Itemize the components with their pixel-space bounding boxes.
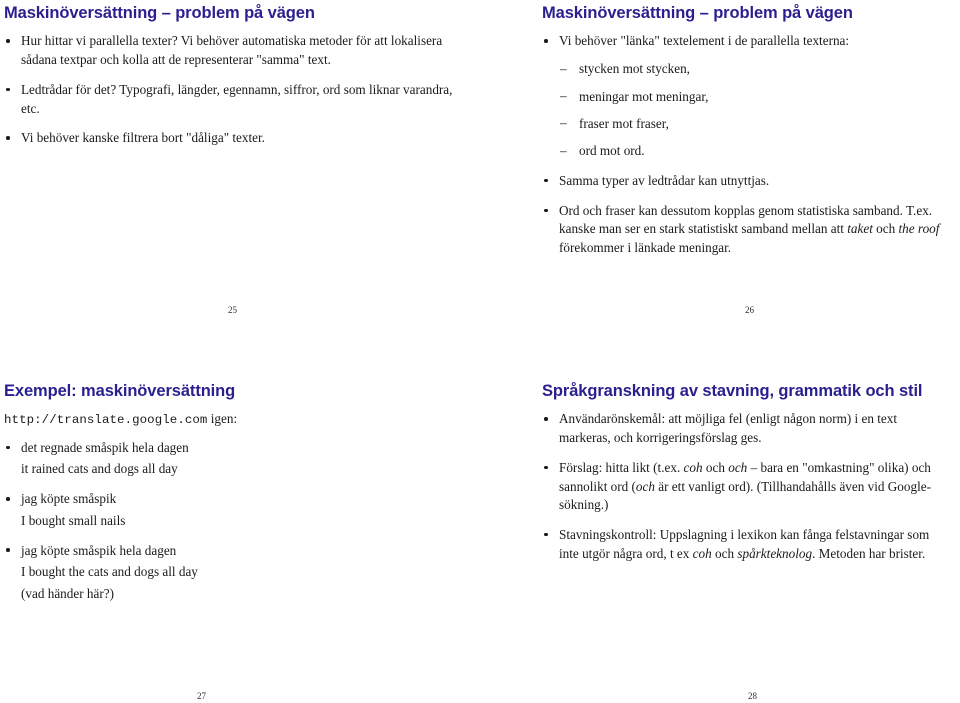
emphasis-text: taket [847, 221, 873, 237]
page-number-25: 25 [228, 305, 237, 315]
sub-bullet-item: – meningar mot meningar, [559, 88, 946, 106]
bullet-item: Ord och fraser kan dessutom kopplas geno… [542, 202, 946, 258]
dash-icon: – [560, 142, 567, 158]
page-number-27: 27 [197, 691, 206, 701]
emphasis-text: spårkteknolog [737, 545, 813, 561]
bullet-item: det regnade småspik hela dagen it rained… [4, 439, 462, 479]
dash-icon: – [560, 60, 567, 76]
emphasis-text: coh [683, 459, 703, 475]
slide-25-body: Maskinöversättning – problem på vägen Hu… [0, 0, 480, 148]
dash-icon: – [560, 88, 567, 103]
bullet-text: Samma typer av ledtrådar kan utnyttjas. [559, 172, 770, 188]
sub-bullet-text: meningar mot meningar, [579, 88, 709, 104]
bullet-text: Ledtrådar för det? Typografi, längder, e… [21, 81, 453, 116]
bullet-item: Vi behöver kanske filtrera bort "dåliga"… [4, 129, 462, 148]
sub-bullet-item: – stycken mot stycken, [559, 60, 946, 78]
slide-27: Exempel: maskinöversättning http://trans… [0, 378, 480, 703]
bullet-dot-icon [544, 178, 548, 183]
slide-28-body: Språkgranskning av stavning, grammatik o… [480, 378, 960, 563]
bullet-text-part: . Metoden har brister. [812, 545, 926, 561]
bullet-text: Vi behöver "länka" textelement i de para… [559, 33, 850, 49]
bullet-dot-icon [544, 39, 548, 43]
source-sentence: jag köpte småspik hela dagen [21, 542, 177, 558]
bullet-dot-icon [544, 417, 548, 421]
sub-bullet-list: – stycken mot stycken, – meningar mot me… [559, 60, 946, 161]
translate-url[interactable]: http://translate.google.com [4, 413, 207, 427]
sub-bullet-text: stycken mot stycken, [579, 61, 690, 77]
slide-27-body: Exempel: maskinöversättning http://trans… [0, 378, 480, 604]
emphasis-text: the roof [898, 221, 940, 237]
bullet-dot-icon [544, 532, 548, 537]
slide-26-title: Maskinöversättning – problem på vägen [542, 4, 853, 22]
bullet-item: Hur hittar vi parallella texter? Vi behö… [4, 32, 462, 69]
bullet-item: jag köpte småspik hela dagen I bought th… [4, 542, 462, 604]
bullet-text-part: och [711, 545, 738, 561]
bullet-text: Hur hittar vi parallella texter? Vi behö… [21, 33, 443, 68]
bullet-dot-icon [544, 208, 548, 213]
target-sentence: I bought small nails [21, 512, 126, 528]
sub-bullet-text: ord mot ord. [579, 143, 645, 159]
bullet-dot-icon [544, 465, 548, 470]
bullet-text-part: Förslag: hitta likt (t.ex. [559, 459, 684, 475]
bullet-text-part: förekommer i länkade meningar. [559, 240, 732, 256]
bullet-item: Ledtrådar för det? Typografi, längder, e… [4, 81, 462, 118]
emphasis-text: coh [692, 545, 712, 561]
source-sentence: jag köpte småspik [21, 491, 117, 507]
slide-25-bullet-list: Hur hittar vi parallella texter? Vi behö… [4, 32, 462, 148]
source-sentence: det regnade småspik hela dagen [21, 439, 189, 455]
emphasis-text: och [728, 459, 748, 475]
pair-note: (vad händer här?) [21, 586, 114, 602]
target-sentence: I bought the cats and dogs all day [21, 564, 198, 580]
url-suffix: igen: [207, 411, 238, 427]
bullet-text-part: och [872, 221, 899, 237]
bullet-item: Samma typer av ledtrådar kan utnyttjas. [542, 172, 946, 191]
handout-sheet: Maskinöversättning – problem på vägen Hu… [0, 0, 960, 703]
bullet-item: Förslag: hitta likt (t.ex. coh och och –… [542, 459, 946, 515]
slide-25: Maskinöversättning – problem på vägen Hu… [0, 0, 480, 340]
bullet-dot-icon [6, 39, 10, 43]
bullet-text-part: och [702, 459, 729, 475]
sub-bullet-item: – fraser mot fraser, [559, 115, 946, 133]
sub-bullet-item: – ord mot ord. [559, 142, 946, 160]
bullet-text: Användarönskemål: att möjliga fel (enlig… [559, 411, 898, 446]
slide-28: Språkgranskning av stavning, grammatik o… [480, 378, 960, 703]
bullet-dot-icon [6, 445, 10, 450]
emphasis-text: och [635, 478, 655, 494]
bullet-item: Vi behöver "länka" textelement i de para… [542, 32, 946, 161]
slide-26-body: Maskinöversättning – problem på vägen Vi… [480, 0, 960, 258]
slide-27-title: Exempel: maskinöversättning [4, 382, 236, 400]
bullet-dot-icon [6, 136, 10, 140]
bullet-item: Stavningskontroll: Uppslagning i lexikon… [542, 526, 946, 563]
bullet-dot-icon [6, 496, 10, 501]
bullet-text: Vi behöver kanske filtrera bort "dåliga"… [21, 130, 265, 146]
slide-28-title: Språkgranskning av stavning, grammatik o… [542, 382, 923, 400]
slide-26: Maskinöversättning – problem på vägen Vi… [480, 0, 960, 340]
target-sentence: it rained cats and dogs all day [21, 461, 178, 477]
slide-28-bullet-list: Användarönskemål: att möjliga fel (enlig… [542, 410, 946, 563]
dash-icon: – [560, 115, 567, 131]
page-number-26: 26 [745, 305, 754, 315]
bullet-dot-icon [6, 548, 10, 553]
sub-bullet-text: fraser mot fraser, [579, 116, 669, 131]
slide-27-bullet-list: det regnade småspik hela dagen it rained… [4, 439, 462, 604]
slide-25-title: Maskinöversättning – problem på vägen [4, 4, 315, 22]
slide-26-bullet-list: Vi behöver "länka" textelement i de para… [542, 32, 946, 258]
bullet-item: Användarönskemål: att möjliga fel (enlig… [542, 410, 946, 447]
page-number-28: 28 [748, 691, 757, 701]
bullet-item: jag köpte småspik I bought small nails [4, 490, 462, 530]
source-url-line: http://translate.google.com igen: [4, 410, 462, 429]
bullet-dot-icon [6, 87, 10, 92]
